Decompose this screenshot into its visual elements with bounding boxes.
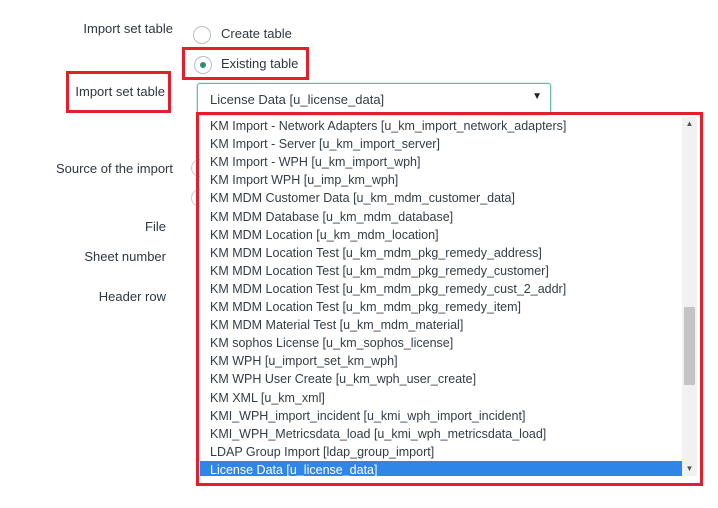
file-label: File: [145, 219, 166, 234]
create-table-radio[interactable]: [193, 26, 211, 44]
highlight-existing-table: [182, 47, 309, 80]
import-set-table-label: Import set table: [83, 21, 173, 36]
import-set-table-select[interactable]: License Data [u_license_data] ▼: [197, 83, 551, 115]
highlight-import-set-table-label: [66, 71, 171, 113]
source-of-import-label: Source of the import: [55, 161, 173, 176]
chevron-down-icon: ▼: [532, 91, 542, 102]
create-table-label[interactable]: Create table: [221, 26, 292, 41]
header-row-label: Header row: [98, 289, 166, 304]
select-value: License Data [u_license_data]: [210, 92, 385, 107]
sheet-number-label: Sheet number: [84, 249, 166, 264]
highlight-dropdown-list: [196, 112, 703, 486]
